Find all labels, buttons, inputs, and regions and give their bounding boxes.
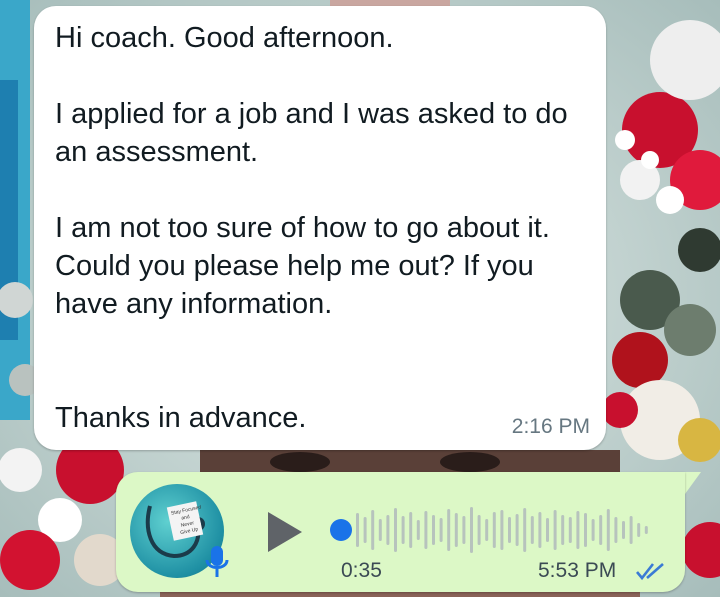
waveform-bar [576,511,580,549]
waveform-bar [500,510,504,550]
waveform-bar [394,508,397,552]
waveform-bar [530,516,534,544]
bubble-tail [685,472,701,494]
waveform-bar [416,520,420,540]
waveform-bar [644,526,648,534]
waveform-bar [363,517,367,543]
waveform-bar [614,517,618,543]
waveform-bar [378,519,382,541]
waveform-bar [492,512,496,548]
waveform-bar [538,512,542,548]
waveform-bar [477,515,481,545]
waveform-bar [485,519,489,541]
message-text: Hi coach. Good afternoon. I applied for … [55,22,568,434]
waveform-bar [356,513,359,547]
incoming-message-bubble[interactable]: Hi coach. Good afternoon. I applied for … [34,6,606,450]
waveform-bar [454,513,458,547]
waveform-bar [371,510,375,550]
waveform-bar [470,507,473,553]
waveform-bar [409,512,413,548]
voice-duration: 0:35 [341,559,382,582]
seek-handle[interactable] [330,519,352,541]
waveform-bar [523,508,527,552]
waveform-bar [561,515,565,545]
waveform-bar [401,516,405,544]
waveform-bar [447,509,451,551]
waveform-bar [599,515,603,545]
waveform-bar [386,515,390,545]
waveform-bar [606,509,610,551]
waveform-bar [515,514,519,546]
mic-icon [205,546,229,577]
voice-message-bubble[interactable]: Stay Focused and Never Give Up 0:35 5:53… [116,472,685,592]
waveform-bar [508,517,511,543]
audio-waveform[interactable] [354,502,654,558]
message-timestamp: 5:53 PM [538,559,617,582]
waveform-bar [432,515,435,545]
waveform-bar [424,511,428,549]
waveform-bar [629,516,633,544]
waveform-bar [622,521,625,539]
double-check-read-icon [636,563,664,581]
waveform-bar [637,523,641,537]
waveform-bar [462,516,466,544]
waveform-bar [584,513,587,547]
waveform-bar [546,518,549,542]
message-timestamp: 2:16 PM [511,415,590,438]
waveform-bar [591,519,595,541]
waveform-bar [439,518,443,542]
play-icon[interactable] [264,510,304,554]
waveform-bar [568,517,572,543]
waveform-bar [553,510,557,550]
